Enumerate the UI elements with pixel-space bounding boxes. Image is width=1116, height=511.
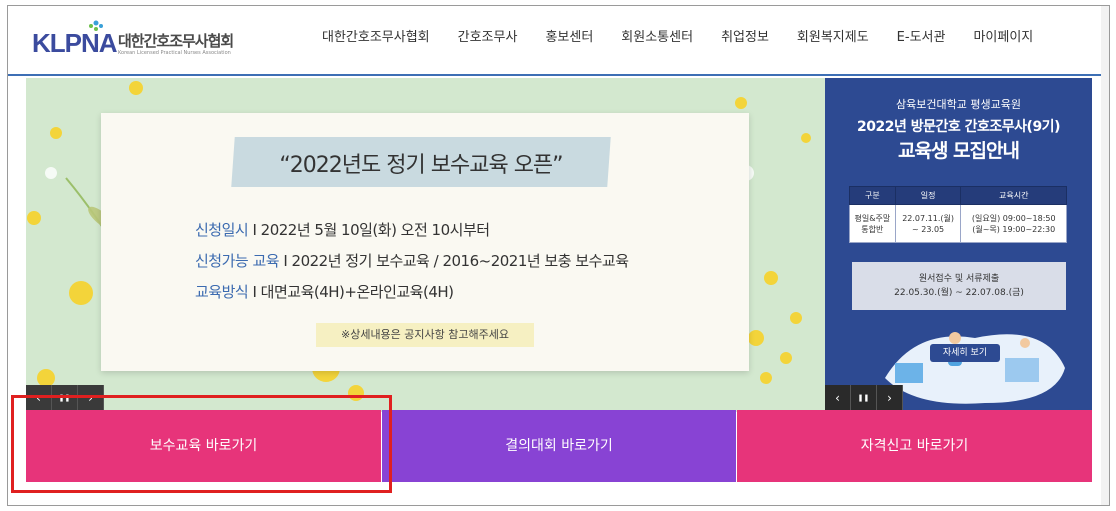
ad-slide-controls: ‹ ❚❚ ›	[825, 385, 903, 412]
info-value: 2022년 5월 10일(화) 오전 10시부터	[260, 221, 490, 239]
side-ad-banner[interactable]: 삼육보건대학교 평생교육원 2022년 방문간호 간호조무사(9기) 교육생 모…	[825, 78, 1092, 412]
main-nav: 대한간호조무사협회 간호조무사 홍보센터 회원소통센터 취업정보 회원복지제도 …	[308, 28, 1047, 48]
info-key: 신청가능 교육	[195, 252, 280, 270]
info-line-method: 교육방식 I 대면교육(4H)+온라인교육(4H)	[195, 281, 454, 302]
quick-link-continuing-education[interactable]: 보수교육 바로가기	[26, 410, 381, 482]
ad-prev-button[interactable]: ‹	[825, 385, 851, 412]
site-logo[interactable]: KLPNA 대한간호조무사협회 Korean Licensed Practica…	[32, 20, 242, 64]
info-sep: I	[279, 252, 292, 270]
scrollbar[interactable]	[1101, 6, 1109, 505]
ad-application-period: 원서접수 및 서류제출 22.05.30.(월) ~ 22.07.08.(금)	[852, 262, 1066, 310]
nav-nurse-aide[interactable]: 간호조무사	[444, 28, 532, 48]
table-cell: 평일&주말 통합반	[849, 204, 896, 243]
ad-organization: 삼육보건대학교 평생교육원	[896, 98, 1021, 111]
info-line-date: 신청일시 I 2022년 5월 10일(화) 오전 10시부터	[195, 219, 490, 240]
table-header: 교육시간	[960, 186, 1067, 205]
logo-english-name: Korean Licensed Practical Nurses Associa…	[118, 50, 231, 56]
next-slide-button[interactable]: ›	[78, 385, 104, 412]
ad-box-dates: 22.05.30.(월) ~ 22.07.08.(금)	[894, 288, 1024, 298]
info-line-courses: 신청가능 교육 I 2022년 정기 보수교육 / 2016~2021년 보충 …	[195, 250, 629, 271]
quick-link-rally[interactable]: 결의대회 바로가기	[382, 410, 736, 482]
browser-viewport: KLPNA 대한간호조무사협회 Korean Licensed Practica…	[7, 5, 1110, 506]
ad-schedule-table: 구분 일정 교육시간 평일&주말 통합반 22.07.11.(월) ~ 23.05 …	[849, 186, 1067, 243]
pause-slide-button[interactable]: ❚❚	[52, 385, 78, 412]
ad-subtitle: 교육생 모집안내	[898, 140, 1020, 162]
ad-box-label: 원서접수 및 서류제출	[918, 274, 1000, 284]
nav-e-library[interactable]: E-도서관	[883, 28, 960, 48]
logo-mark: KLPNA	[32, 28, 118, 58]
table-header: 구분	[849, 186, 896, 205]
prev-slide-button[interactable]: ‹	[26, 385, 52, 412]
quick-link-license-report[interactable]: 자격신고 바로가기	[737, 410, 1092, 482]
info-sep: I	[248, 283, 261, 301]
announcement-title: “2022년도 정기 보수교육 오픈”	[279, 153, 563, 178]
logo-korean-name: 대한간호조무사협회	[118, 32, 234, 50]
info-value: 2022년 정기 보수교육 / 2016~2021년 보충 보수교육	[291, 252, 629, 270]
notice-hint: ※상세내용은 공지사항 참고해주세요	[316, 323, 534, 347]
nav-association[interactable]: 대한간호조무사협회	[308, 28, 444, 48]
nav-welfare[interactable]: 회원복지제도	[783, 28, 883, 48]
nav-pr-center[interactable]: 홍보센터	[531, 28, 607, 48]
main-banner[interactable]: “2022년도 정기 보수교육 오픈” 신청일시 I 2022년 5월 10일(…	[26, 78, 825, 412]
info-sep: I	[248, 221, 261, 239]
table-cell: 22.07.11.(월) ~ 23.05	[894, 204, 962, 243]
info-value: 대면교육(4H)+온라인교육(4H)	[260, 283, 454, 301]
site-header: KLPNA 대한간호조무사협회 Korean Licensed Practica…	[8, 6, 1109, 76]
banner-slide-controls: ‹ ❚❚ ›	[26, 385, 104, 412]
nav-jobs[interactable]: 취업정보	[707, 28, 783, 48]
table-header: 일정	[894, 186, 962, 205]
table-row: 평일&주말 통합반 22.07.11.(월) ~ 23.05 (일요일) 09:00…	[849, 204, 1067, 243]
info-key: 신청일시	[195, 221, 249, 239]
announcement-card: “2022년도 정기 보수교육 오픈” 신청일시 I 2022년 5월 10일(…	[101, 113, 749, 371]
ad-detail-button[interactable]: 자세히 보기	[930, 344, 1000, 362]
ad-title: 2022년 방문간호 간호조무사(9기)	[857, 119, 1060, 135]
nav-member-center[interactable]: 회원소통센터	[607, 28, 707, 48]
ad-pause-button[interactable]: ❚❚	[851, 385, 877, 412]
table-cell: (일요일) 09:00~18:50 (월~목) 19:00~22:30	[960, 204, 1067, 243]
ad-next-button[interactable]: ›	[877, 385, 903, 412]
info-key: 교육방식	[195, 283, 249, 301]
nav-mypage[interactable]: 마이페이지	[959, 28, 1047, 48]
ad-nurse-illustration	[885, 332, 1065, 404]
